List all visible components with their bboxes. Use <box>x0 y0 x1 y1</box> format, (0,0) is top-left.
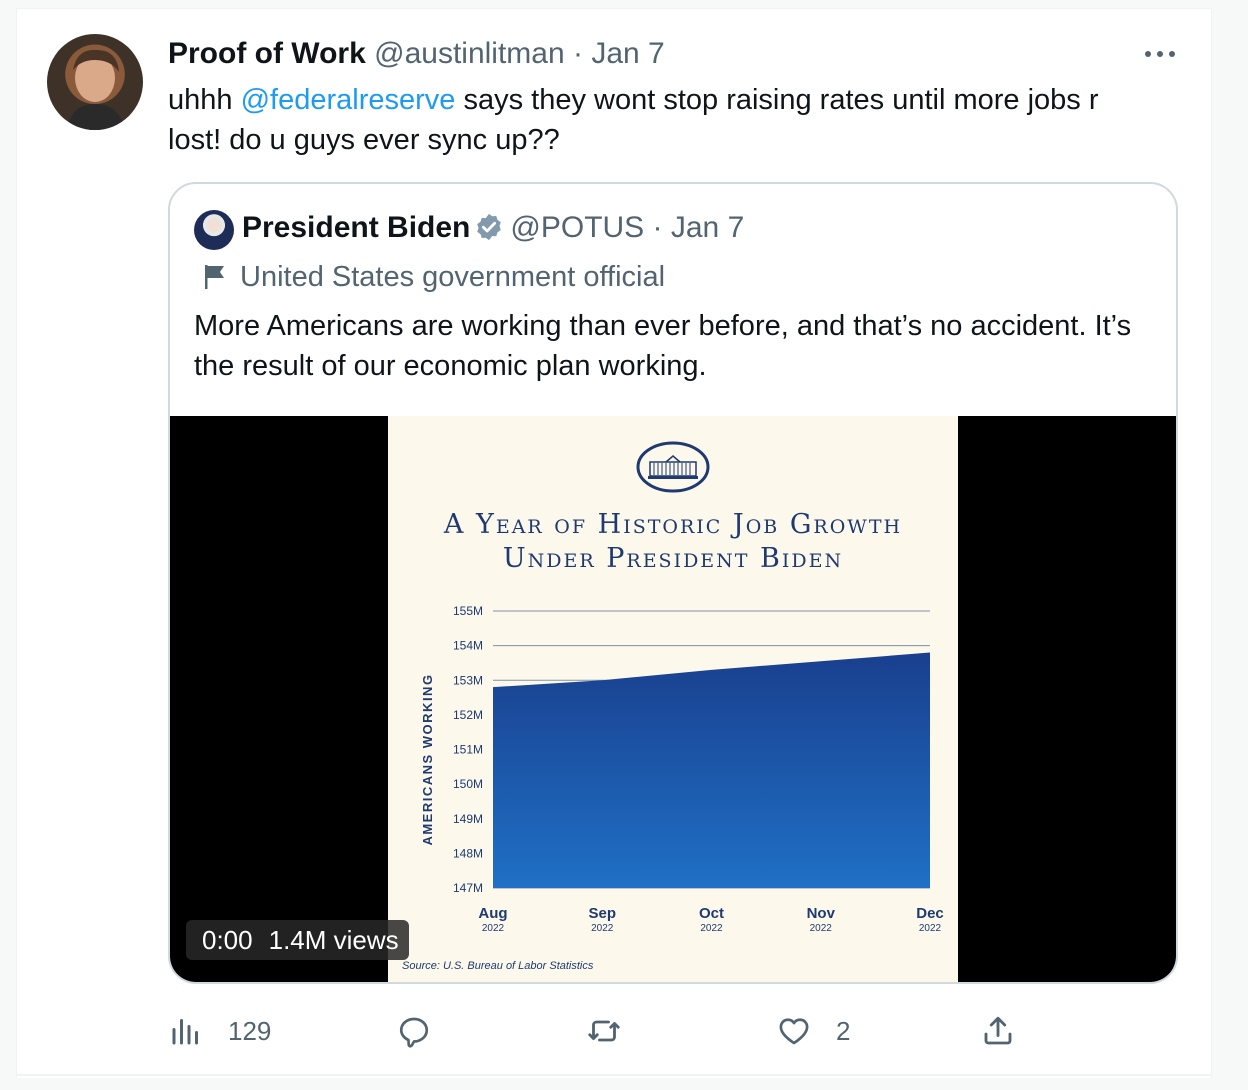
y-tick-label: 148M <box>453 846 483 860</box>
video-info-badge: 0:00 1.4M views <box>186 920 409 960</box>
quoted-tweet-date[interactable]: · Jan 7 <box>653 211 745 244</box>
y-tick-label: 151M <box>453 743 483 757</box>
share-button[interactable] <box>980 1008 1016 1054</box>
tweet-actions: 129 2 <box>168 1008 1028 1054</box>
y-tick-label: 155M <box>453 604 483 618</box>
video-timestamp: 0:00 <box>202 925 253 955</box>
analytics-icon <box>168 1013 204 1049</box>
quoted-tweet-text: More Americans are working than ever bef… <box>194 310 1132 382</box>
area-series <box>493 652 930 888</box>
quoted-author-avatar[interactable] <box>194 210 234 250</box>
x-tick-label: Nov <box>807 905 836 922</box>
y-tick-label: 152M <box>453 708 483 722</box>
x-tick-year: 2022 <box>810 923 833 934</box>
y-tick-label: 149M <box>453 812 483 826</box>
share-icon <box>980 1013 1016 1049</box>
quoted-tweet-header: President Biden @POTUS · Jan 7 <box>242 208 744 253</box>
y-axis-label: AMERICANS WORKING <box>420 673 435 845</box>
retweet-button[interactable] <box>586 1008 646 1054</box>
video-views: 1.4M views <box>268 925 399 955</box>
x-tick-label: Oct <box>699 905 724 922</box>
x-tick-label: Dec <box>916 905 944 922</box>
verified-badge-icon <box>474 212 504 253</box>
heart-icon <box>776 1013 812 1049</box>
x-tick-year: 2022 <box>591 923 614 934</box>
divider <box>16 1074 1212 1076</box>
tweet-text-start: uhhh <box>168 84 241 116</box>
author-name[interactable]: Proof of Work <box>168 37 366 70</box>
quoted-tweet[interactable]: President Biden @POTUS · Jan 7 United Sta… <box>168 182 1178 984</box>
government-official-text: United States government official <box>240 261 666 293</box>
tweet-text: uhhh @federalreserve says they wont stop… <box>168 80 1158 160</box>
more-options-icon[interactable] <box>1142 42 1178 66</box>
author-handle[interactable]: @austinlitman <box>374 37 565 70</box>
source-note: Source: U.S. Bureau of Labor Statistics <box>402 960 594 972</box>
tweet-date[interactable]: · Jan 7 <box>573 37 665 70</box>
author-avatar[interactable] <box>47 34 143 130</box>
retweet-icon <box>586 1013 622 1049</box>
views-button[interactable]: 129 <box>168 1008 271 1054</box>
quoted-author-handle[interactable]: @POTUS <box>510 211 644 244</box>
x-tick-year: 2022 <box>700 923 723 934</box>
flag-icon <box>204 262 230 300</box>
mention-link[interactable]: @federalreserve <box>241 84 456 116</box>
y-tick-label: 150M <box>453 777 483 791</box>
x-tick-label: Sep <box>588 905 616 922</box>
reply-button[interactable] <box>396 1008 456 1054</box>
y-tick-label: 153M <box>453 673 483 687</box>
job-growth-chart: 147M148M149M150M151M152M153M154M155MAug2… <box>420 604 944 934</box>
video-player[interactable]: A Year of Historic Job Growth Under Pres… <box>170 416 1176 982</box>
quoted-author-name[interactable]: President Biden <box>242 211 470 244</box>
y-tick-label: 147M <box>453 881 483 895</box>
x-tick-year: 2022 <box>919 923 942 934</box>
x-tick-year: 2022 <box>482 923 505 934</box>
like-button[interactable]: 2 <box>776 1008 850 1054</box>
like-count: 2 <box>836 1015 851 1046</box>
reply-icon <box>396 1013 432 1049</box>
government-official-label: United States government official <box>204 258 665 300</box>
job-growth-infographic: A Year of Historic Job Growth Under Pres… <box>388 416 958 982</box>
views-count: 129 <box>228 1015 272 1046</box>
x-tick-label: Aug <box>478 905 507 922</box>
y-tick-label: 154M <box>453 639 483 653</box>
tweet-header: Proof of Work @austinlitman · Jan 7 <box>168 36 665 72</box>
